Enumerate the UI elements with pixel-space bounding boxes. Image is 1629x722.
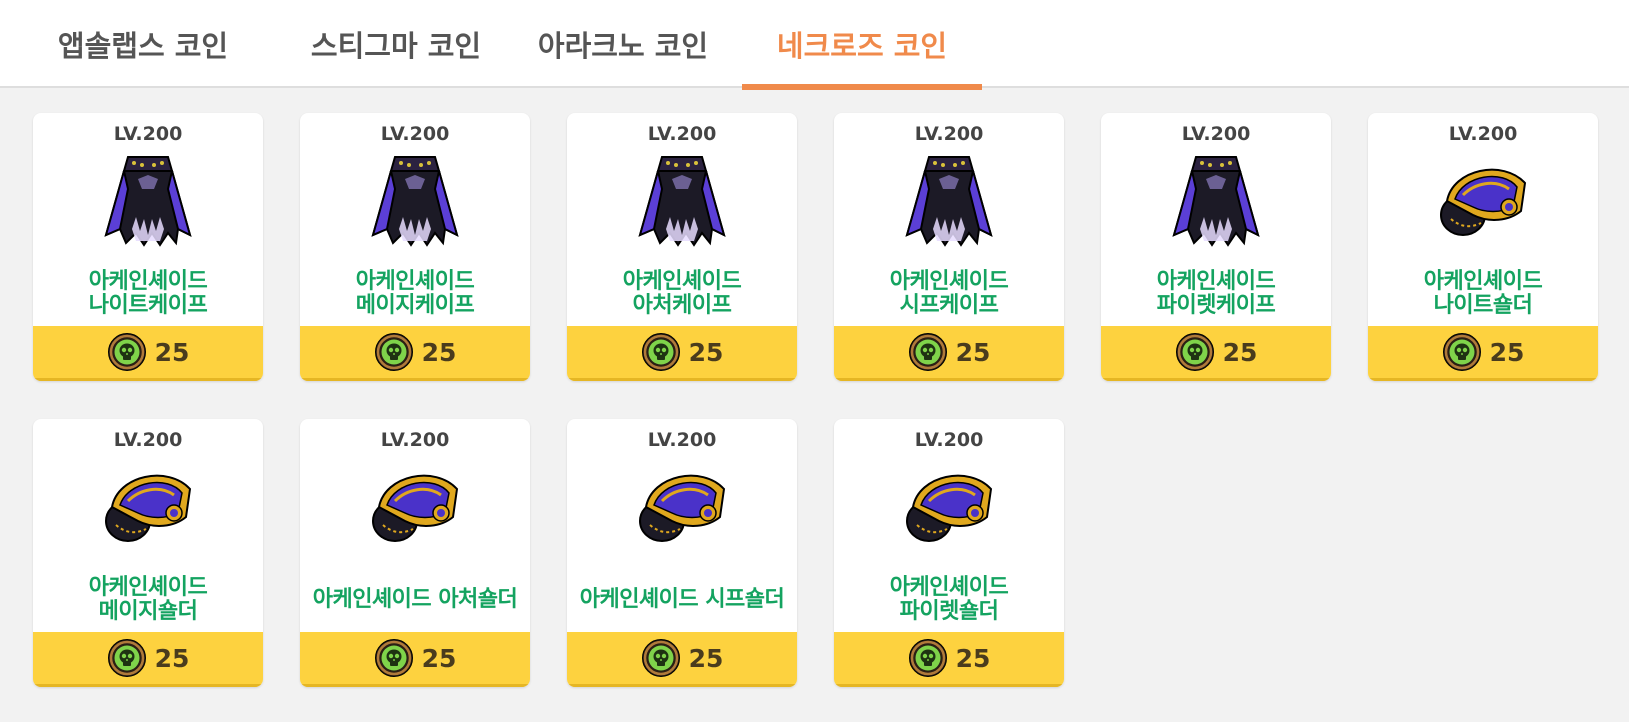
item-name: 아케인셰이드 시프케이프: [834, 261, 1064, 327]
item-card[interactable]: LV.200 아케인셰이드 파이렛숄더 25: [834, 419, 1064, 687]
item-name: 아케인셰이드 시프숄더: [567, 567, 797, 633]
price-value: 25: [154, 643, 190, 673]
cape-icon: [1166, 149, 1266, 249]
shoulder-icon: [1433, 149, 1533, 249]
shoulder-icon: [98, 455, 198, 555]
item-name: 아케인셰이드 파이렛숄더: [834, 567, 1064, 633]
tab-necrose-coin[interactable]: 네크로즈 코인: [742, 0, 982, 90]
item-name-line1: 아케인셰이드: [88, 269, 208, 294]
price-value: 25: [421, 337, 457, 367]
item-name-line2: 아처케이프: [632, 293, 732, 318]
item-card[interactable]: LV.200 아케인셰이드 시프숄더 25: [567, 419, 797, 687]
item-name-line1: 아케인셰이드: [88, 575, 208, 600]
price-bar: 25: [567, 326, 797, 381]
skull-coin-icon: [641, 638, 681, 678]
price-bar: 25: [834, 632, 1064, 687]
tab-bar: 앱솔랩스 코인 스티그마 코인 아라크노 코인 네크로즈 코인: [0, 0, 1629, 90]
price-bar: 25: [567, 632, 797, 687]
item-name: 아케인셰이드 아처케이프: [567, 261, 797, 327]
item-card[interactable]: LV.200 아케인셰이드 나이트숄더 25: [1368, 113, 1598, 381]
item-name-line2: 시프케이프: [899, 293, 999, 318]
item-name-line1: 아케인셰이드 아처숄더: [312, 587, 518, 612]
item-level: LV.200: [1181, 123, 1251, 145]
item-level: LV.200: [914, 123, 984, 145]
price-value: 25: [154, 337, 190, 367]
item-level: LV.200: [647, 429, 717, 451]
price-bar: 25: [1368, 326, 1598, 381]
shoulder-icon: [899, 455, 999, 555]
item-card[interactable]: LV.200 아케인셰이드 메이지숄더 25: [33, 419, 263, 687]
price-bar: 25: [300, 326, 530, 381]
item-card[interactable]: LV.200 아케인셰이드 시프케이프 25: [834, 113, 1064, 381]
item-level: LV.200: [380, 123, 450, 145]
cape-icon: [98, 149, 198, 249]
item-name: 아케인셰이드 파이렛케이프: [1101, 261, 1331, 327]
price-bar: 25: [33, 632, 263, 687]
shoulder-icon: [632, 455, 732, 555]
item-card[interactable]: LV.200 아케인셰이드 파이렛케이프 25: [1101, 113, 1331, 381]
item-level: LV.200: [647, 123, 717, 145]
item-name: 아케인셰이드 아처숄더: [300, 567, 530, 633]
item-card[interactable]: LV.200 아케인셰이드 아처케이프 25: [567, 113, 797, 381]
tab-arachno-coin[interactable]: 아라크노 코인: [514, 0, 732, 88]
skull-coin-icon: [107, 638, 147, 678]
item-name-line1: 아케인셰이드: [622, 269, 742, 294]
item-name: 아케인셰이드 나이트케이프: [33, 261, 263, 327]
shoulder-icon: [365, 455, 465, 555]
tab-absolabs-coin[interactable]: 앱솔랩스 코인: [33, 0, 253, 88]
skull-coin-icon: [641, 332, 681, 372]
cape-icon: [632, 149, 732, 249]
skull-coin-icon: [1442, 332, 1482, 372]
item-name: 아케인셰이드 메이지케이프: [300, 261, 530, 327]
item-name-line1: 아케인셰이드: [889, 575, 1009, 600]
item-card[interactable]: LV.200 아케인셰이드 아처숄더 25: [300, 419, 530, 687]
cape-icon: [899, 149, 999, 249]
price-bar: 25: [300, 632, 530, 687]
item-level: LV.200: [380, 429, 450, 451]
price-value: 25: [1222, 337, 1258, 367]
price-value: 25: [688, 337, 724, 367]
item-card[interactable]: LV.200 아케인셰이드 나이트케이프 25: [33, 113, 263, 381]
item-name: 아케인셰이드 메이지숄더: [33, 567, 263, 633]
item-name: 아케인셰이드 나이트숄더: [1368, 261, 1598, 327]
item-name-line2: 파이렛케이프: [1156, 293, 1276, 318]
item-name-line2: 파이렛숄더: [899, 599, 999, 624]
item-name-line1: 아케인셰이드: [1156, 269, 1276, 294]
skull-coin-icon: [374, 332, 414, 372]
item-card[interactable]: LV.200 아케인셰이드 메이지케이프 25: [300, 113, 530, 381]
price-bar: 25: [834, 326, 1064, 381]
item-name-line1: 아케인셰이드: [889, 269, 1009, 294]
price-bar: 25: [1101, 326, 1331, 381]
item-name-line2: 나이트케이프: [88, 293, 208, 318]
item-level: LV.200: [113, 429, 183, 451]
item-level: LV.200: [113, 123, 183, 145]
skull-coin-icon: [1175, 332, 1215, 372]
item-name-line1: 아케인셰이드 시프숄더: [579, 587, 785, 612]
skull-coin-icon: [908, 332, 948, 372]
item-name-line2: 메이지숄더: [98, 599, 198, 624]
price-bar: 25: [33, 326, 263, 381]
skull-coin-icon: [374, 638, 414, 678]
price-value: 25: [955, 643, 991, 673]
item-name-line1: 아케인셰이드: [355, 269, 475, 294]
item-name-line2: 나이트숄더: [1433, 293, 1533, 318]
price-value: 25: [421, 643, 457, 673]
item-level: LV.200: [914, 429, 984, 451]
cape-icon: [365, 149, 465, 249]
price-value: 25: [688, 643, 724, 673]
item-name-line1: 아케인셰이드: [1423, 269, 1543, 294]
skull-coin-icon: [908, 638, 948, 678]
item-level: LV.200: [1448, 123, 1518, 145]
price-value: 25: [955, 337, 991, 367]
price-value: 25: [1489, 337, 1525, 367]
item-name-line2: 메이지케이프: [355, 293, 475, 318]
skull-coin-icon: [107, 332, 147, 372]
tab-stigma-coin[interactable]: 스티그마 코인: [285, 0, 507, 88]
